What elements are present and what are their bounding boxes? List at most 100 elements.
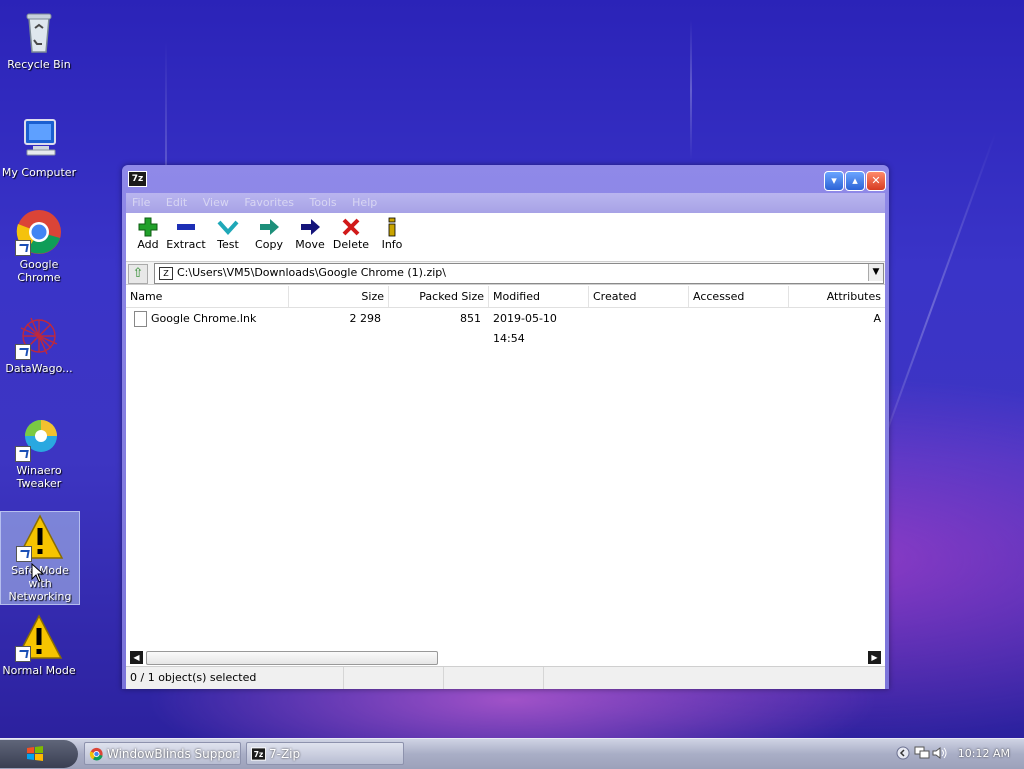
desktop-icon-normal-mode[interactable]: Normal Mode xyxy=(0,614,78,677)
copy-button[interactable]: Copy xyxy=(247,216,291,251)
column-header-packed-size[interactable]: Packed Size xyxy=(389,286,489,307)
test-label: Test xyxy=(217,238,239,251)
datawago-icon xyxy=(15,312,63,360)
svg-text:7z: 7z xyxy=(254,750,264,759)
menu-bar: File Edit View Favorites Tools Help xyxy=(126,193,885,213)
zip-archive-icon: Z xyxy=(159,267,173,280)
delete-button[interactable]: Delete xyxy=(329,216,373,251)
menu-tools[interactable]: Tools xyxy=(304,193,343,213)
move-label: Move xyxy=(295,238,325,251)
address-field[interactable]: Z C:\Users\VM5\Downloads\Google Chrome (… xyxy=(154,263,884,284)
address-bar: ⇧ Z C:\Users\VM5\Downloads\Google Chrome… xyxy=(126,262,885,285)
column-header-created[interactable]: Created xyxy=(589,286,689,307)
7zip-app-icon: 7z xyxy=(251,747,266,761)
computer-icon xyxy=(15,116,63,164)
delete-x-icon xyxy=(329,216,373,238)
copy-arrow-icon xyxy=(247,216,291,238)
cell-modified: 2019-05-10 14:54 xyxy=(493,312,557,345)
move-button[interactable]: Move xyxy=(288,216,332,251)
desktop-icon-my-computer[interactable]: My Computer xyxy=(0,116,78,179)
menu-help[interactable]: Help xyxy=(346,193,383,213)
volume-icon[interactable] xyxy=(932,746,948,760)
copy-label: Copy xyxy=(255,238,283,251)
clock[interactable]: 10:12 AM xyxy=(958,747,1010,760)
cell-size: 2 298 xyxy=(349,312,382,325)
wallpaper-streak xyxy=(690,20,692,160)
desktop-icon-label: Normal Mode xyxy=(2,664,76,677)
winaero-tweaker-icon xyxy=(15,414,63,462)
cell-accessed xyxy=(689,309,789,329)
desktop-icon-winaero-tweaker[interactable]: Winaero Tweaker xyxy=(0,414,78,490)
taskbar: WindowBlinds Suppor... 7z 7-Zip 10:12 AM xyxy=(0,738,1024,769)
menu-file[interactable]: File xyxy=(126,193,156,213)
warning-icon xyxy=(16,514,64,562)
mouse-cursor-icon xyxy=(31,563,45,583)
7zip-window: 7z ▾ ▴ ✕ File Edit View Favorites Tools … xyxy=(122,165,889,689)
cell-created xyxy=(589,309,689,329)
menu-favorites[interactable]: Favorites xyxy=(238,193,300,213)
minimize-button[interactable]: ▾ xyxy=(824,171,844,191)
shortcut-arrow-icon xyxy=(15,344,31,360)
file-name: Google Chrome.lnk xyxy=(151,312,257,325)
status-selection-text: 0 / 1 object(s) selected xyxy=(126,667,344,689)
menu-view[interactable]: View xyxy=(197,193,235,213)
column-header-modified[interactable]: Modified xyxy=(489,286,589,307)
close-button[interactable]: ✕ xyxy=(866,171,886,191)
column-header-size[interactable]: Size xyxy=(289,286,389,307)
cell-name: Google Chrome.lnk xyxy=(130,309,289,329)
desktop-icon-label: DataWago... xyxy=(5,362,73,375)
desktop-icon-label: Winaero Tweaker xyxy=(16,464,62,490)
taskbar-item-label: 7-Zip xyxy=(269,747,301,761)
check-icon xyxy=(206,216,250,238)
desktop-icon-datawago[interactable]: DataWago... xyxy=(0,312,78,375)
test-button[interactable]: Test xyxy=(206,216,250,251)
network-icon[interactable] xyxy=(914,746,930,760)
desktop-icon-label: My Computer xyxy=(1,166,77,179)
horizontal-scrollbar[interactable]: ◀ ▶ xyxy=(130,651,881,665)
window-client-area: Add Extract Test Copy Move Delete Info ⇧… xyxy=(126,213,885,689)
desktop-icon-google-chrome[interactable]: Google Chrome xyxy=(0,208,78,284)
warning-icon xyxy=(15,614,63,662)
column-header-name[interactable]: Name xyxy=(126,286,289,307)
info-button[interactable]: Info xyxy=(370,216,414,251)
up-folder-button[interactable]: ⇧ xyxy=(128,264,148,284)
minus-icon xyxy=(164,216,208,238)
delete-label: Delete xyxy=(332,238,370,251)
column-header-attributes[interactable]: Attributes xyxy=(789,286,885,307)
desktop-icon-recycle-bin[interactable]: Recycle Bin xyxy=(0,8,78,71)
info-label: Info xyxy=(381,238,403,251)
file-icon xyxy=(134,311,147,327)
scrollbar-thumb[interactable] xyxy=(146,651,438,665)
shortcut-arrow-icon xyxy=(15,646,31,662)
status-cell xyxy=(544,667,885,689)
chrome-icon xyxy=(15,208,63,256)
menu-edit[interactable]: Edit xyxy=(160,193,193,213)
desktop-icon-label: Google Chrome xyxy=(17,258,61,284)
cell-attributes: A xyxy=(873,312,881,325)
toolbar: Add Extract Test Copy Move Delete Info xyxy=(126,213,885,262)
shortcut-arrow-icon xyxy=(15,446,31,462)
7zip-app-icon[interactable]: 7z xyxy=(128,171,147,187)
maximize-button[interactable]: ▴ xyxy=(845,171,865,191)
title-bar[interactable]: 7z ▾ ▴ ✕ xyxy=(122,165,889,193)
desktop-icon-safe-mode-networking[interactable]: Safe Mode with Networking xyxy=(0,511,80,605)
windows-logo-icon xyxy=(27,746,43,761)
taskbar-item-label: WindowBlinds Suppor... xyxy=(107,747,241,761)
start-button[interactable] xyxy=(0,740,78,768)
address-dropdown-chevron-icon[interactable]: ▼ xyxy=(868,264,883,281)
address-text: C:\Users\VM5\Downloads\Google Chrome (1)… xyxy=(177,266,446,279)
extract-label: Extract xyxy=(166,238,206,251)
desktop-icon-label: Recycle Bin xyxy=(7,58,71,71)
tray-expand-icon[interactable] xyxy=(896,746,910,760)
scroll-left-icon[interactable]: ◀ xyxy=(130,651,143,664)
status-cell xyxy=(344,667,444,689)
taskbar-item-windowblinds[interactable]: WindowBlinds Suppor... xyxy=(84,742,241,765)
scroll-right-icon[interactable]: ▶ xyxy=(868,651,881,664)
table-row[interactable]: Google Chrome.lnk 2 298 851 2019-05-10 1… xyxy=(126,309,885,345)
extract-button[interactable]: Extract xyxy=(164,216,208,251)
file-list-header: Name Size Packed Size Modified Created A… xyxy=(126,286,885,308)
taskbar-item-7zip[interactable]: 7z 7-Zip xyxy=(246,742,404,765)
shortcut-arrow-icon xyxy=(16,546,32,562)
column-header-accessed[interactable]: Accessed xyxy=(689,286,789,307)
chrome-icon xyxy=(89,747,103,761)
